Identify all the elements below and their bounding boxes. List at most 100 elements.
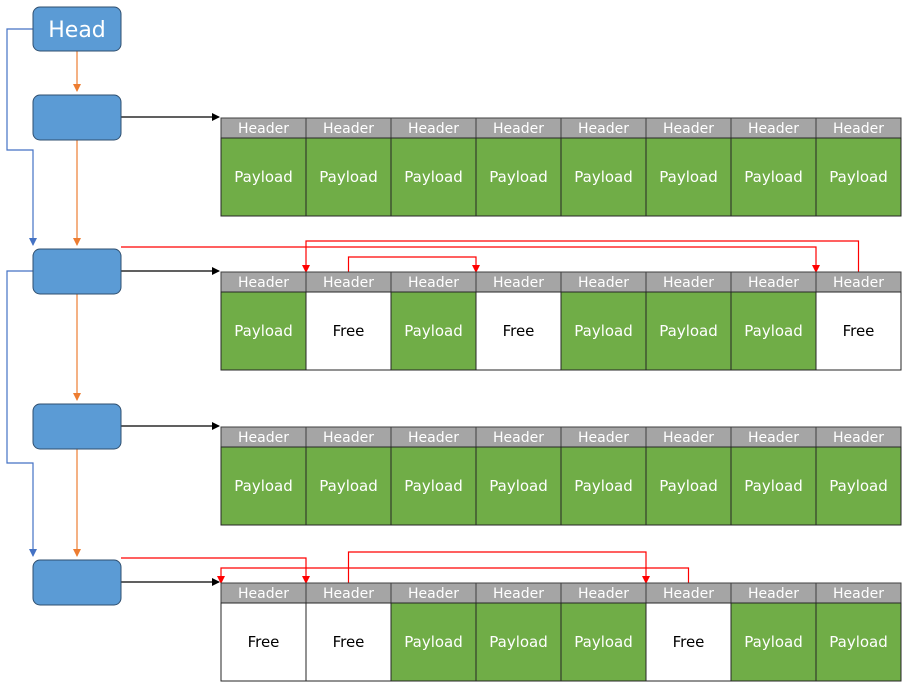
payload-label: Payload bbox=[744, 322, 803, 340]
cell-payload: Header Payload bbox=[390, 117, 477, 217]
block-node bbox=[32, 403, 122, 450]
cell-payload: Header Payload bbox=[475, 117, 562, 217]
header-label: Header bbox=[238, 430, 289, 446]
cell-payload: Header Payload bbox=[730, 426, 817, 526]
header-label: Header bbox=[663, 430, 714, 446]
header-label: Header bbox=[833, 586, 884, 602]
cell-payload: Header Payload bbox=[815, 426, 902, 526]
cell-payload: Header Payload bbox=[645, 271, 732, 371]
cell-free: Header Free bbox=[815, 271, 902, 371]
cell-payload: Header Payload bbox=[645, 426, 732, 526]
free-label: Free bbox=[673, 633, 705, 651]
skip-link bbox=[6, 270, 37, 557]
header-label: Header bbox=[748, 430, 799, 446]
header-label: Header bbox=[748, 275, 799, 291]
payload-label: Payload bbox=[744, 168, 803, 186]
payload-label: Payload bbox=[234, 477, 293, 495]
header-label: Header bbox=[493, 275, 544, 291]
cell-payload: Header Payload bbox=[645, 117, 732, 217]
payload-label: Payload bbox=[404, 322, 463, 340]
payload-label: Payload bbox=[404, 477, 463, 495]
payload-label: Payload bbox=[319, 477, 378, 495]
free-label: Free bbox=[843, 322, 875, 340]
head-label: Head bbox=[48, 18, 106, 43]
payload-label: Payload bbox=[574, 322, 633, 340]
payload-label: Payload bbox=[404, 633, 463, 651]
cell-payload: Header Payload bbox=[390, 426, 477, 526]
cell-payload: Header Payload bbox=[475, 426, 562, 526]
block-node bbox=[32, 94, 122, 141]
cell-free: Header Free bbox=[220, 582, 307, 682]
cell-payload: Header Payload bbox=[475, 582, 562, 682]
header-label: Header bbox=[408, 275, 459, 291]
cell-payload: Header Payload bbox=[560, 271, 647, 371]
payload-label: Payload bbox=[744, 633, 803, 651]
header-label: Header bbox=[833, 121, 884, 137]
cell-free: Header Free bbox=[305, 271, 392, 371]
header-label: Header bbox=[323, 275, 374, 291]
header-label: Header bbox=[493, 586, 544, 602]
header-label: Header bbox=[493, 430, 544, 446]
payload-label: Payload bbox=[659, 168, 718, 186]
cell-payload: Header Payload bbox=[220, 271, 307, 371]
cell-payload: Header Payload bbox=[220, 426, 307, 526]
cell-free: Header Free bbox=[645, 582, 732, 682]
free-list-link bbox=[347, 256, 480, 273]
header-label: Header bbox=[323, 430, 374, 446]
header-label: Header bbox=[238, 275, 289, 291]
cell-payload: Header Payload bbox=[305, 117, 392, 217]
payload-label: Payload bbox=[574, 168, 633, 186]
header-label: Header bbox=[238, 121, 289, 137]
payload-label: Payload bbox=[404, 168, 463, 186]
cell-payload: Header Payload bbox=[560, 117, 647, 217]
free-label: Free bbox=[333, 322, 365, 340]
header-label: Header bbox=[663, 275, 714, 291]
header-label: Header bbox=[408, 121, 459, 137]
header-label: Header bbox=[323, 121, 374, 137]
payload-label: Payload bbox=[659, 477, 718, 495]
header-label: Header bbox=[833, 430, 884, 446]
header-label: Header bbox=[323, 586, 374, 602]
cell-payload: Header Payload bbox=[560, 582, 647, 682]
free-list-link bbox=[217, 567, 690, 584]
payload-label: Payload bbox=[489, 168, 548, 186]
header-label: Header bbox=[663, 586, 714, 602]
cell-free: Header Free bbox=[305, 582, 392, 682]
payload-label: Payload bbox=[744, 477, 803, 495]
payload-label: Payload bbox=[234, 322, 293, 340]
header-label: Header bbox=[748, 586, 799, 602]
payload-label: Payload bbox=[659, 322, 718, 340]
block-node bbox=[32, 248, 122, 295]
cell-payload: Header Payload bbox=[730, 271, 817, 371]
cell-free: Header Free bbox=[475, 271, 562, 371]
free-label: Free bbox=[333, 633, 365, 651]
cell-payload: Header Payload bbox=[730, 117, 817, 217]
free-list-link bbox=[121, 557, 310, 584]
header-label: Header bbox=[833, 275, 884, 291]
skip-link bbox=[6, 28, 37, 246]
header-label: Header bbox=[493, 121, 544, 137]
payload-label: Payload bbox=[829, 633, 888, 651]
payload-label: Payload bbox=[574, 633, 633, 651]
payload-label: Payload bbox=[319, 168, 378, 186]
cell-payload: Header Payload bbox=[815, 117, 902, 217]
header-label: Header bbox=[663, 121, 714, 137]
payload-label: Payload bbox=[829, 168, 888, 186]
payload-label: Payload bbox=[829, 477, 888, 495]
header-label: Header bbox=[578, 586, 629, 602]
cell-payload: Header Payload bbox=[390, 582, 477, 682]
payload-label: Payload bbox=[574, 477, 633, 495]
payload-label: Payload bbox=[489, 633, 548, 651]
free-list-link bbox=[121, 246, 820, 273]
memory-block-diagram: Header Payload Header Payload Header Payload H… bbox=[6, 6, 902, 682]
header-label: Header bbox=[408, 586, 459, 602]
payload-label: Payload bbox=[489, 477, 548, 495]
block-node bbox=[32, 559, 122, 606]
cell-payload: Header Payload bbox=[390, 271, 477, 371]
header-label: Header bbox=[748, 121, 799, 137]
cell-payload: Header Payload bbox=[560, 426, 647, 526]
header-label: Header bbox=[408, 430, 459, 446]
payload-label: Payload bbox=[234, 168, 293, 186]
header-label: Header bbox=[578, 430, 629, 446]
free-label: Free bbox=[248, 633, 280, 651]
